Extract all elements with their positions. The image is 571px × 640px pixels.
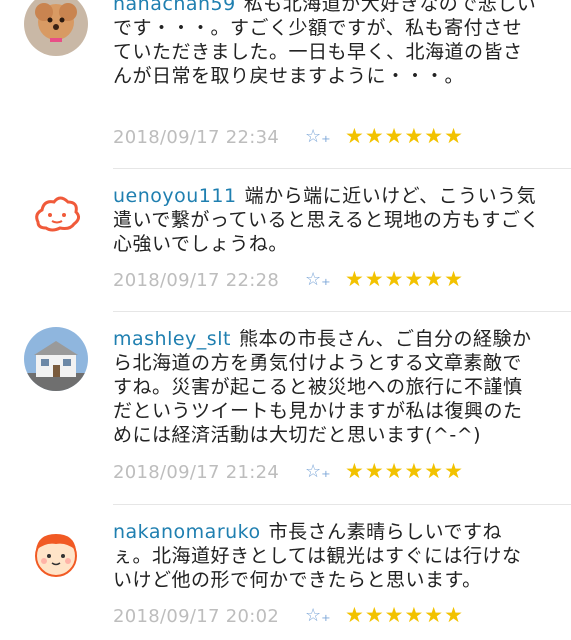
- maru-face-avatar-icon[interactable]: [24, 520, 88, 584]
- divider: [113, 311, 571, 312]
- comment-meta: 2018/09/17 22:28 ☆₊ ★★★★★★: [113, 267, 553, 296]
- star-rating: ★★★★★★: [345, 603, 464, 627]
- comment-username[interactable]: uenoyou111: [113, 185, 237, 207]
- star-rating: ★★★★★★: [345, 459, 464, 483]
- comment-list: nanachan59 私も北海道が大好きなので悲しいです・・・。すごく少額ですが、…: [0, 0, 571, 640]
- comment-text: nakanomaruko 市長さん素晴らしいですねぇ。北海道好きとしては観光はすぐ…: [113, 520, 541, 592]
- comment-timestamp: 2018/09/17 22:28: [113, 270, 280, 291]
- divider: [113, 504, 571, 505]
- comment-username[interactable]: mashley_slt: [113, 328, 231, 350]
- comment-meta: 2018/09/17 20:02 ☆₊ ★★★★★★: [113, 603, 553, 632]
- comment-text: uenoyou111 端から端に近いけど、こういう気遣いで繋がっていると思えると現…: [113, 184, 541, 256]
- add-favorite-icon[interactable]: ☆₊: [305, 461, 331, 482]
- comment-timestamp: 2018/09/17 21:24: [113, 462, 280, 483]
- comment-timestamp: 2018/09/17 20:02: [113, 606, 280, 627]
- add-favorite-icon[interactable]: ☆₊: [305, 605, 331, 626]
- star-rating: ★★★★★★: [345, 267, 464, 291]
- add-favorite-icon[interactable]: ☆₊: [305, 126, 331, 147]
- cloud-face-avatar-icon[interactable]: [24, 184, 88, 248]
- comment-meta: 2018/09/17 21:24 ☆₊ ★★★★★★: [113, 459, 553, 488]
- comment-text: nanachan59 私も北海道が大好きなので悲しいです・・・。すごく少額ですが、…: [113, 0, 541, 88]
- house-avatar-icon[interactable]: [24, 327, 88, 391]
- comment-text: mashley_slt 熊本の市長さん、ご自分の経験から北海道の方を勇気付けようと…: [113, 327, 541, 447]
- comment-timestamp: 2018/09/17 22:34: [113, 127, 280, 148]
- comment-username[interactable]: nanachan59: [113, 0, 236, 15]
- add-favorite-icon[interactable]: ☆₊: [305, 269, 331, 290]
- comment-username[interactable]: nakanomaruko: [113, 521, 261, 543]
- divider: [113, 168, 571, 169]
- dog-avatar-icon[interactable]: [24, 0, 88, 56]
- comment-meta: 2018/09/17 22:34 ☆₊ ★★★★★★: [113, 124, 553, 153]
- star-rating: ★★★★★★: [345, 124, 464, 148]
